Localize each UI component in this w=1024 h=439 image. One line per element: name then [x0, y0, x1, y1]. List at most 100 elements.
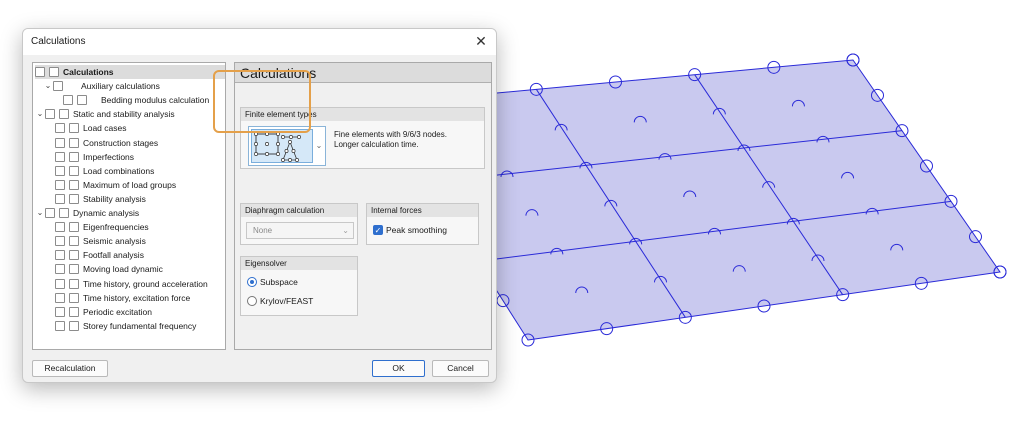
tree-checkbox[interactable] [59, 208, 69, 218]
tree-checkbox[interactable] [55, 278, 65, 289]
internal-forces-header: Internal forces [367, 204, 478, 217]
tree-item-label: Footfall analysis [83, 250, 144, 261]
tree-checkbox[interactable] [69, 306, 79, 317]
tree-checkbox[interactable] [55, 264, 65, 275]
tree-item-label: Time history, ground acceleration [83, 278, 208, 289]
radio-selected-icon [247, 277, 257, 287]
tree-checkbox[interactable] [55, 193, 65, 204]
tree-item[interactable]: Stability analysis [55, 192, 225, 206]
checkmark-icon: ✓ [373, 225, 383, 235]
finite-element-icon [251, 129, 313, 163]
tree-item-label: Construction stages [83, 137, 159, 148]
tree-item[interactable]: Time history, excitation force [55, 291, 225, 305]
tree-checkbox[interactable] [55, 222, 65, 233]
tree-checkbox[interactable] [77, 95, 87, 106]
tree-checkbox[interactable] [49, 67, 59, 77]
dialog-title: Calculations [31, 36, 86, 47]
tree-item-label: Bedding modulus calculation [101, 95, 210, 106]
tree-checkbox[interactable] [55, 306, 65, 317]
tree-item-label: Auxiliary calculations [81, 81, 160, 92]
tree-checkbox[interactable] [69, 264, 79, 275]
tree-checkbox[interactable] [55, 137, 65, 148]
tree-checkbox[interactable] [55, 179, 65, 190]
tree-checkbox[interactable] [55, 236, 65, 247]
tree-item[interactable]: ⌄ Dynamic analysis [35, 206, 225, 220]
tree-checkbox[interactable] [69, 278, 79, 289]
tree-item[interactable]: ⌄ Auxiliary calculations [43, 79, 225, 93]
tree-checkbox[interactable] [55, 320, 65, 331]
tree-item[interactable]: Imperfections [55, 150, 225, 164]
tree-checkbox[interactable] [69, 236, 79, 247]
tree-item-label: Periodic excitation [83, 306, 152, 317]
tree-item[interactable]: ⌄ Static and stability analysis [35, 107, 225, 121]
tree-item[interactable]: Maximum of load groups [55, 178, 225, 192]
tree-item[interactable]: Moving load dynamic [55, 262, 225, 276]
diaphragm-select[interactable]: None ⌄ [246, 222, 354, 239]
finite-element-description: Fine elements with 9/6/3 nodes. Longer c… [334, 130, 447, 149]
tree-item-label: Moving load dynamic [83, 264, 163, 275]
eigensolver-group: Eigensolver Subspace Krylov/FEAST [240, 256, 358, 316]
chevron-down-icon[interactable]: ⌄ [43, 79, 53, 93]
close-icon[interactable]: ✕ [472, 32, 490, 50]
krylov-feast-radio[interactable]: Krylov/FEAST [247, 296, 313, 306]
tree-checkbox[interactable] [69, 165, 79, 176]
tree-item[interactable]: Footfall analysis [55, 248, 225, 262]
ok-button[interactable]: OK [372, 360, 425, 377]
recalculation-button[interactable]: Recalculation [32, 360, 108, 377]
tree-item-label: Load combinations [83, 165, 155, 176]
tree-checkbox[interactable] [55, 123, 65, 134]
chevron-down-icon[interactable]: ⌄ [35, 206, 45, 220]
chevron-down-icon: ⌄ [342, 226, 349, 235]
tree-item-label: Stability analysis [83, 193, 146, 204]
tree-item-label: Load cases [83, 123, 127, 134]
tree-item[interactable]: Time history, ground acceleration [55, 277, 225, 291]
cancel-button[interactable]: Cancel [432, 360, 489, 377]
tree-checkbox[interactable] [69, 137, 79, 148]
tree-checkbox[interactable] [69, 250, 79, 261]
tree-item[interactable]: Storey fundamental frequency [55, 319, 225, 333]
tree-item[interactable]: Periodic excitation [55, 305, 225, 319]
subspace-label: Subspace [260, 277, 298, 287]
diaphragm-header: Diaphragm calculation [241, 204, 357, 217]
tree-item[interactable]: Calculations [35, 65, 225, 79]
chevron-down-icon[interactable]: ⌄ [35, 107, 45, 121]
eigensolver-header: Eigensolver [241, 257, 357, 270]
tree-checkbox[interactable] [53, 81, 63, 92]
tree-checkbox[interactable] [59, 109, 69, 120]
tree-item[interactable]: Bedding modulus calculation [63, 93, 225, 107]
radio-unselected-icon [247, 296, 257, 306]
tree-checkbox[interactable] [69, 292, 79, 303]
peak-smoothing-label: Peak smoothing [386, 225, 447, 235]
diaphragm-group: Diaphragm calculation None ⌄ [240, 203, 358, 245]
tree-checkbox[interactable] [69, 320, 79, 331]
tree-checkbox[interactable] [55, 151, 65, 162]
peak-smoothing-checkbox[interactable]: ✓ Peak smoothing [373, 225, 447, 235]
tree-checkbox[interactable] [69, 151, 79, 162]
tree-checkbox[interactable] [69, 222, 79, 233]
tree-checkbox[interactable] [55, 165, 65, 176]
calculation-tree: Calculations ⌄ Auxiliary calculations Beddi… [32, 62, 226, 350]
tree-checkbox[interactable] [69, 193, 79, 204]
internal-forces-group: Internal forces ✓ Peak smoothing [366, 203, 479, 245]
subspace-radio[interactable]: Subspace [247, 277, 298, 287]
tree-item[interactable]: Eigenfrequencies [55, 220, 225, 234]
tree-checkbox[interactable] [55, 250, 65, 261]
tree-item-label: Dynamic analysis [73, 208, 140, 218]
tree-item[interactable]: Load cases [55, 121, 225, 135]
tree-item[interactable]: Seismic analysis [55, 234, 225, 248]
tree-checkbox[interactable] [69, 123, 79, 134]
krylov-feast-label: Krylov/FEAST [260, 296, 314, 306]
tree-checkbox[interactable] [35, 67, 45, 77]
tree-item[interactable]: Load combinations [55, 164, 225, 178]
tree-checkbox[interactable] [45, 208, 55, 218]
tree-item[interactable]: Construction stages [55, 136, 225, 150]
chevron-down-icon[interactable]: ⌄ [314, 141, 324, 153]
tree-item-label: Time history, excitation force [83, 292, 191, 303]
finite-element-highlight [213, 70, 311, 133]
tree-checkbox[interactable] [69, 179, 79, 190]
tree-checkbox[interactable] [63, 95, 73, 106]
tree-item-label: Storey fundamental frequency [83, 320, 197, 331]
tree-checkbox[interactable] [55, 292, 65, 303]
tree-item-label: Seismic analysis [83, 236, 146, 247]
tree-checkbox[interactable] [45, 109, 55, 120]
